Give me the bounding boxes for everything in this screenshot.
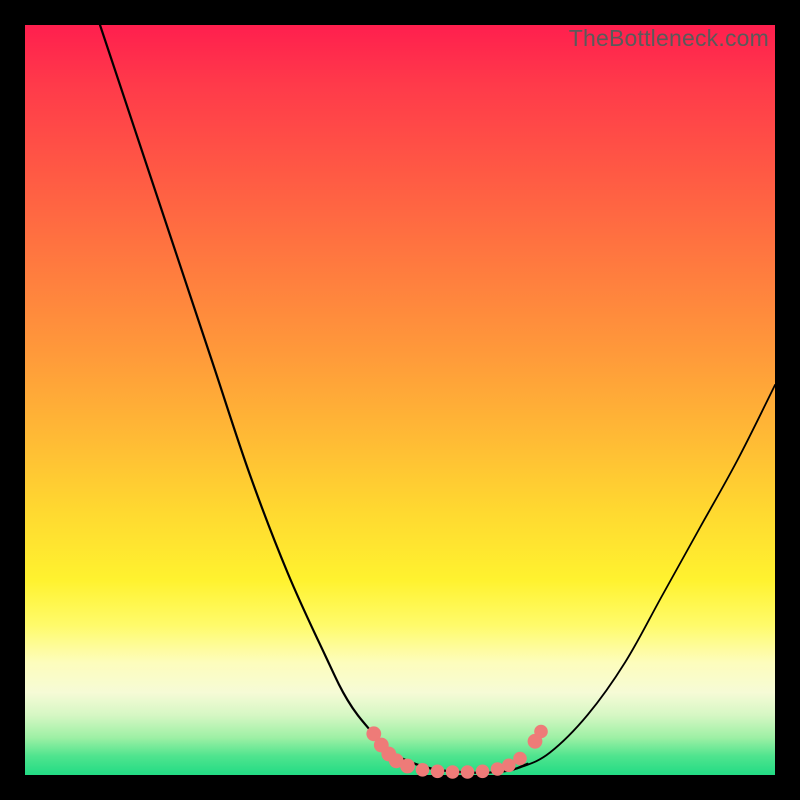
marker-dot: [416, 763, 430, 777]
plot-area: TheBottleneck.com: [25, 25, 775, 775]
marker-dot: [513, 752, 527, 766]
marker-dot: [400, 759, 415, 774]
chart-frame: TheBottleneck.com: [0, 0, 800, 800]
curve-right-branch: [498, 385, 776, 772]
curve-left-branch: [100, 25, 460, 772]
marker-dot: [431, 765, 445, 779]
marker-dot: [476, 765, 490, 779]
marker-dot: [446, 765, 460, 779]
marker-dot: [461, 765, 475, 779]
chart-svg: [25, 25, 775, 775]
marker-layer: [366, 725, 547, 779]
marker-dot: [534, 725, 548, 739]
curve-group: [100, 25, 775, 773]
